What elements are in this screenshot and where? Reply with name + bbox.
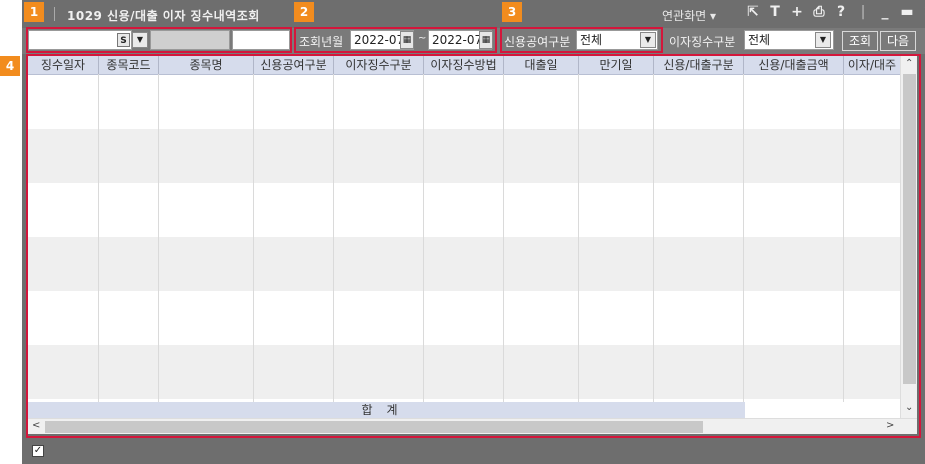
footer-checkbox[interactable]: ✓ — [32, 445, 44, 457]
col-item-code[interactable]: 종목코드 — [99, 56, 159, 74]
badge-1: 1 — [24, 2, 44, 22]
account-name-field — [150, 30, 230, 50]
column-divider — [503, 74, 504, 402]
scroll-up-icon[interactable]: ⌃ — [905, 58, 913, 69]
period-label: 조회년월 — [299, 35, 344, 49]
column-divider — [253, 74, 254, 402]
print-icon[interactable]: ⎙ — [812, 4, 826, 20]
col-loan-date[interactable]: 대출일 — [504, 56, 579, 74]
period-separator: ~ — [418, 33, 427, 44]
calendar-from-icon[interactable]: ▦ — [400, 31, 414, 49]
calendar-to-icon[interactable]: ▦ — [479, 31, 493, 49]
account-dropdown-button[interactable]: ▼ — [132, 32, 148, 48]
window-title: 1029 신용/대출 이자 징수내역조회 — [67, 9, 260, 23]
column-divider — [423, 74, 424, 402]
col-credit-type[interactable]: 신용공여구분 — [254, 56, 334, 74]
pin-icon[interactable]: ⇱ — [746, 4, 760, 20]
column-divider — [743, 74, 744, 402]
column-divider — [158, 74, 159, 402]
total-row-label: 합계 — [28, 402, 745, 419]
credit-type-dropdown-icon[interactable]: ▼ — [640, 32, 656, 48]
help-icon[interactable]: ? — [834, 4, 848, 20]
col-interest-stock-loan[interactable]: 이자/대주 — [844, 56, 900, 74]
column-divider — [333, 74, 334, 402]
column-divider — [98, 74, 99, 402]
col-credit-loan-type[interactable]: 신용/대출구분 — [654, 56, 744, 74]
interest-type-label: 이자징수구분 — [669, 35, 736, 49]
scroll-right-icon[interactable]: > — [886, 420, 894, 431]
interest-type-dropdown-icon[interactable]: ▼ — [815, 32, 831, 48]
title-icons: ⇱ T + ⎙ ? | _ ▬ ✕ — [746, 4, 925, 20]
plus-icon[interactable]: + — [790, 4, 804, 20]
related-menu-label: 연관화면 — [662, 9, 707, 23]
badge-3: 3 — [502, 2, 522, 22]
col-credit-loan-amount[interactable]: 신용/대출금액 — [744, 56, 844, 74]
col-interest-method[interactable]: 이자징수방법 — [424, 56, 504, 74]
minimize-icon[interactable]: _ — [878, 4, 892, 20]
col-collect-date[interactable]: 징수일자 — [28, 56, 99, 74]
credit-type-label: 신용공여구분 — [504, 35, 571, 49]
query-button[interactable]: 조회 — [842, 31, 878, 51]
column-divider — [843, 74, 844, 402]
col-interest-type[interactable]: 이자징수구분 — [334, 56, 424, 74]
vertical-scroll-thumb[interactable] — [903, 74, 916, 384]
title-bar: 1029 신용/대출 이자 징수내역조회 연관화면 ▾ ⇱ T + ⎙ ? | … — [22, 0, 925, 28]
scroll-down-icon[interactable]: ⌄ — [905, 402, 913, 413]
column-divider — [653, 74, 654, 402]
badge-2: 2 — [294, 2, 314, 22]
col-maturity-date[interactable]: 만기일 — [579, 56, 654, 74]
vertical-scrollbar[interactable]: ⌃ ⌄ — [900, 56, 917, 418]
divider: | — [860, 4, 866, 20]
related-screens-menu[interactable]: 연관화면 ▾ — [662, 7, 716, 24]
next-button[interactable]: 다음 — [880, 31, 916, 51]
account-s-button[interactable]: S — [117, 33, 130, 47]
horizontal-scrollbar[interactable]: < > — [28, 418, 917, 434]
grid-header: 징수일자 종목코드 종목명 신용공여구분 이자징수구분 이자징수방법 대출일 만… — [28, 56, 900, 75]
scroll-left-icon[interactable]: < — [32, 420, 40, 431]
badge-4: 4 — [0, 56, 20, 76]
column-divider — [578, 74, 579, 402]
col-item-name[interactable]: 종목명 — [159, 56, 254, 74]
title-separator — [54, 7, 55, 21]
maximize-icon[interactable]: ▬ — [900, 4, 914, 20]
results-grid: 징수일자 종목코드 종목명 신용공여구분 이자징수구분 이자징수방법 대출일 만… — [28, 56, 917, 434]
text-icon[interactable]: T — [768, 4, 782, 20]
horizontal-scroll-thumb[interactable] — [45, 421, 703, 433]
password-input[interactable] — [232, 30, 290, 50]
